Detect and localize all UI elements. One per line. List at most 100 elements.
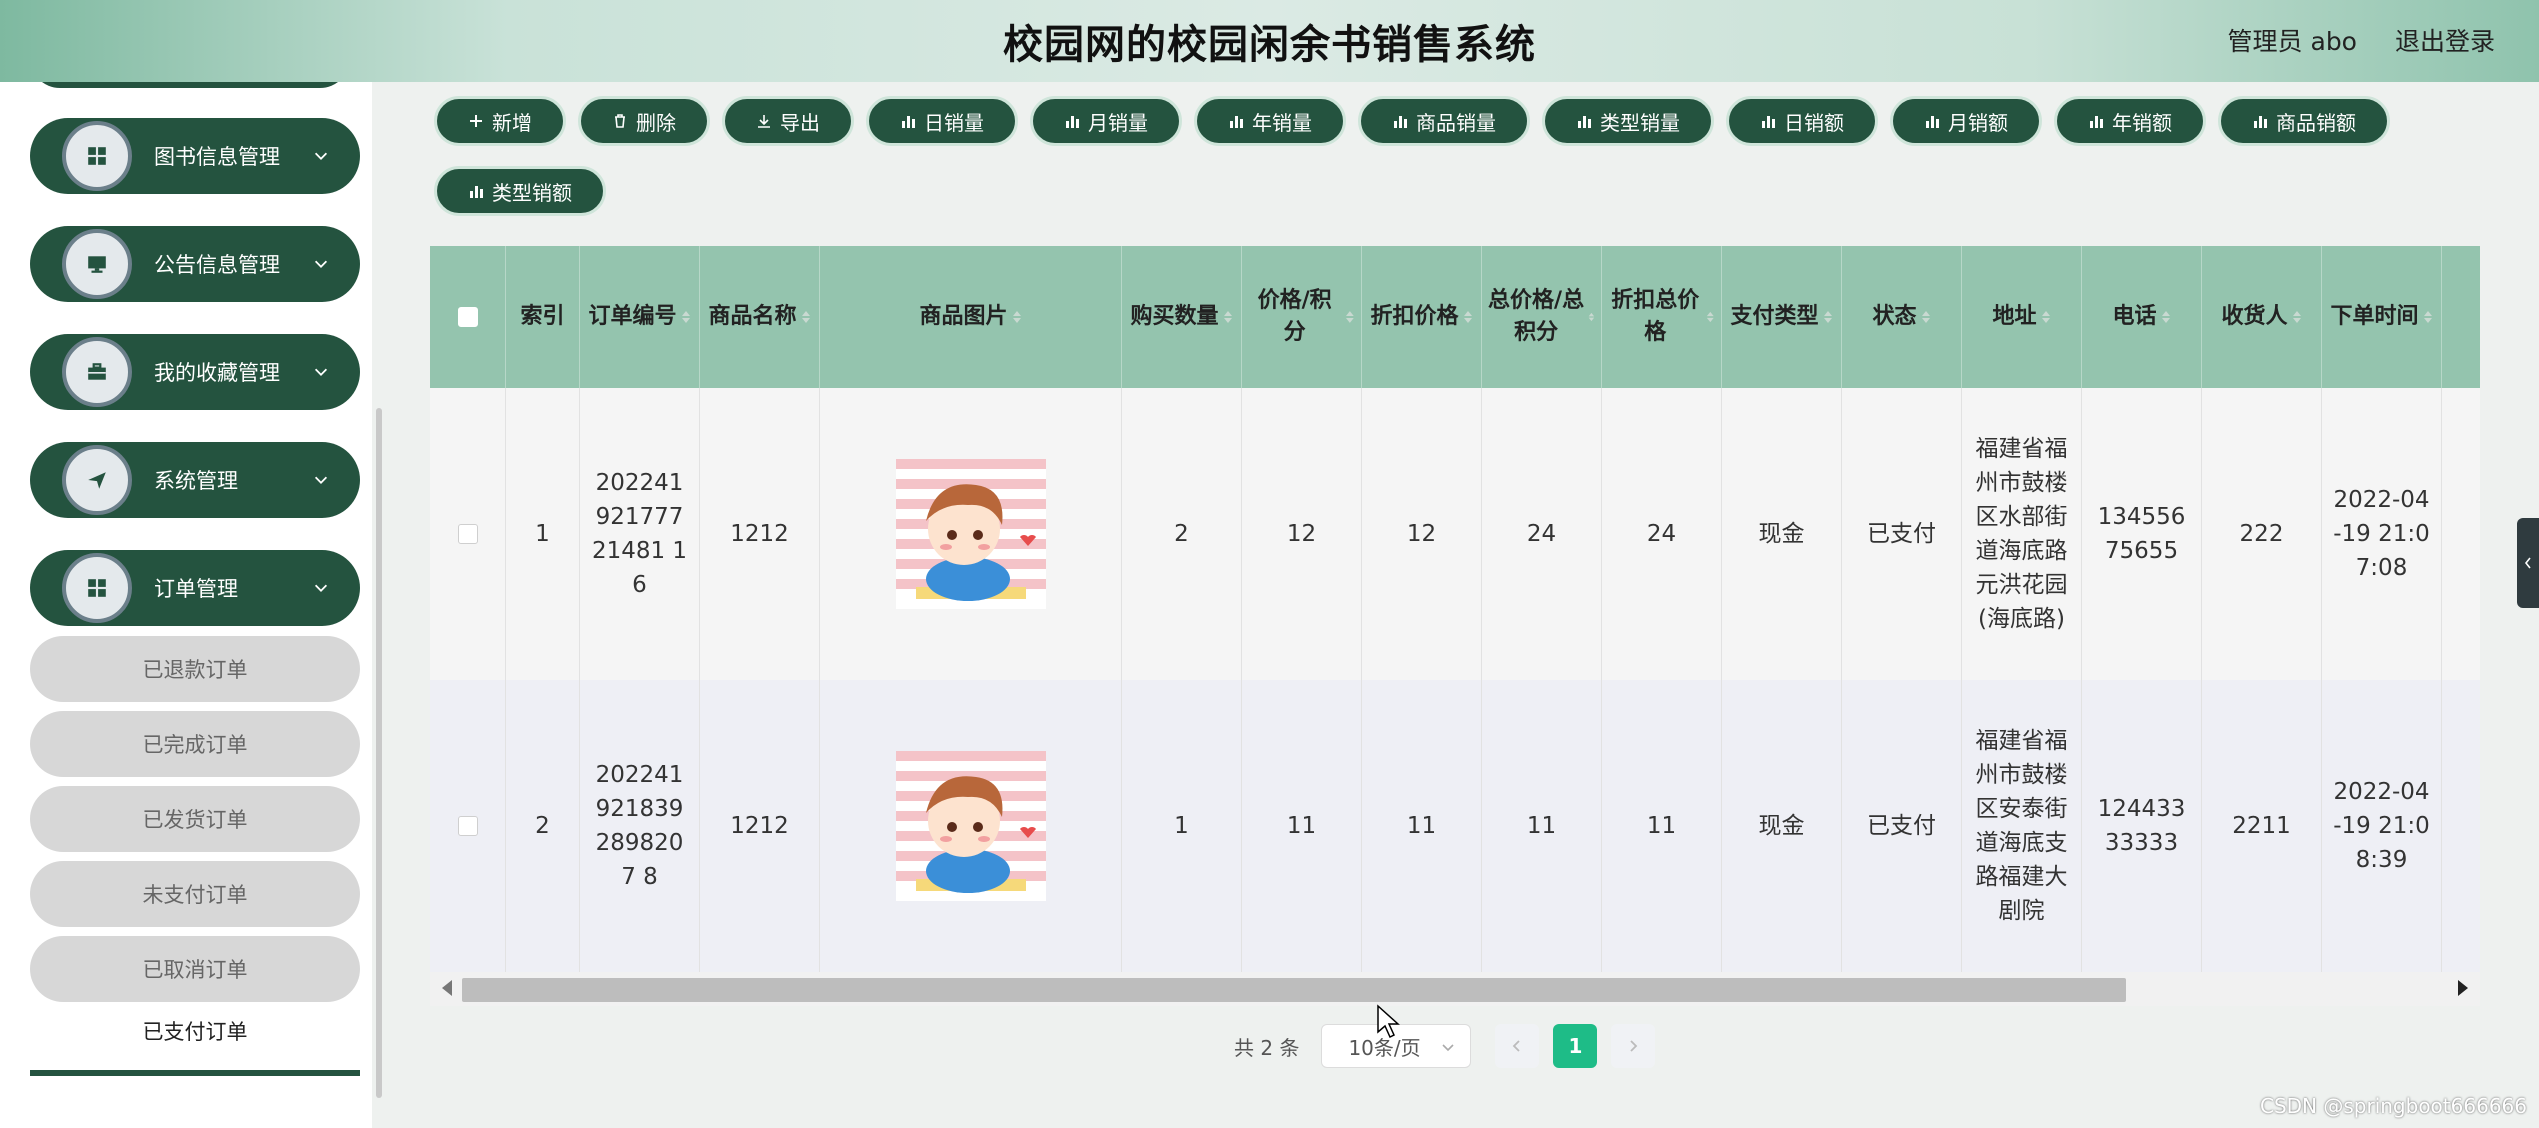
col-receiver[interactable]: 收货人 — [2202, 246, 2322, 388]
sort-icon[interactable] — [1823, 309, 1833, 325]
prev-page-button[interactable] — [1495, 1024, 1540, 1068]
bar-chart-icon — [1394, 116, 1407, 128]
bar-chart-icon — [1230, 116, 1243, 128]
col-price[interactable]: 价格/积分 — [1242, 246, 1362, 388]
grid-icon — [62, 121, 132, 191]
sidebar-item-partial[interactable] — [30, 82, 350, 88]
table-horizontal-scrollbar[interactable] — [430, 972, 2480, 1006]
sidebar-scrollbar[interactable] — [376, 408, 382, 1098]
select-all-checkbox[interactable] — [457, 307, 478, 327]
delete-button[interactable]: 删除 — [578, 96, 710, 146]
cell-product-name: 1212 — [700, 680, 820, 972]
scrollbar-thumb[interactable] — [462, 978, 2126, 1002]
export-button[interactable]: 导出 — [722, 96, 854, 146]
col-product-image[interactable]: 商品图片 — [820, 246, 1122, 388]
chevron-down-icon — [314, 368, 328, 376]
bar-chart-icon — [2254, 116, 2267, 128]
cell-quantity: 2 — [1122, 388, 1242, 680]
col-address[interactable]: 地址 — [1962, 246, 2082, 388]
col-discount-total[interactable]: 折扣总价格 — [1602, 246, 1722, 388]
sub-item-shipped-orders[interactable]: 已发货订单 — [30, 786, 360, 852]
col-phone[interactable]: 电话 — [2082, 246, 2202, 388]
col-index[interactable]: 索引 — [506, 246, 580, 388]
select-all-cell — [430, 246, 506, 388]
col-product-name[interactable]: 商品名称 — [700, 246, 820, 388]
add-button[interactable]: 新增 — [434, 96, 566, 146]
sort-icon[interactable] — [2041, 309, 2051, 325]
col-discount-price[interactable]: 折扣价格 — [1362, 246, 1482, 388]
sidebar-item-label: 图书信息管理 — [154, 145, 280, 169]
sub-item-cancelled-orders[interactable]: 已取消订单 — [30, 936, 360, 1002]
sort-icon[interactable] — [1588, 309, 1595, 325]
product-image[interactable] — [895, 751, 1046, 901]
chevron-down-icon — [314, 260, 328, 268]
sidebar-item-book-info[interactable]: 图书信息管理 — [30, 118, 360, 194]
current-user[interactable]: 管理员 abo — [2228, 22, 2357, 58]
monitor-icon — [62, 229, 132, 299]
chevron-left-icon — [2524, 557, 2531, 569]
sort-icon[interactable] — [1012, 309, 1022, 325]
daily-sales-amount-button[interactable]: 日销额 — [1726, 96, 1878, 146]
sort-icon[interactable] — [1223, 309, 1233, 325]
scroll-right-icon[interactable] — [2458, 980, 2468, 996]
col-status[interactable]: 状态 — [1842, 246, 1962, 388]
sub-item-paid-orders[interactable]: 已支付订单 — [30, 998, 360, 1064]
cell-product-image — [820, 388, 1122, 680]
sidebar-item-notice-info[interactable]: 公告信息管理 — [30, 226, 360, 302]
sidebar-item-system[interactable]: 系统管理 — [30, 442, 360, 518]
pagination: 共 2 条 10条/页 1 — [1234, 1024, 1656, 1068]
row-checkbox-cell — [430, 680, 506, 972]
row-checkbox[interactable] — [457, 524, 478, 544]
cell-status: 已支付 — [1842, 388, 1962, 680]
sort-icon[interactable] — [2292, 309, 2302, 325]
logout-link[interactable]: 退出登录 — [2395, 22, 2495, 58]
sidebar-item-orders[interactable]: 订单管理 — [30, 550, 360, 626]
page-number-current[interactable]: 1 — [1553, 1024, 1598, 1068]
col-order-no[interactable]: 订单编号 — [580, 246, 700, 388]
col-quantity[interactable]: 购买数量 — [1122, 246, 1242, 388]
product-image[interactable] — [895, 459, 1046, 609]
sub-item-refunded-orders[interactable]: 已退款订单 — [30, 636, 360, 702]
cell-index: 1 — [506, 388, 580, 680]
sort-icon[interactable] — [2161, 309, 2171, 325]
sort-icon[interactable] — [1706, 309, 1715, 325]
monthly-sales-qty-button[interactable]: 月销量 — [1030, 96, 1182, 146]
watermark: CSDN @springboot666666 — [2259, 1094, 2527, 1118]
sub-item-completed-orders[interactable]: 已完成订单 — [30, 711, 360, 777]
cell-discount-price: 12 — [1362, 388, 1482, 680]
yearly-sales-amount-button[interactable]: 年销额 — [2054, 96, 2206, 146]
sidebar-item-label: 公告信息管理 — [154, 253, 280, 277]
daily-sales-qty-button[interactable]: 日销量 — [866, 96, 1018, 146]
chevron-down-icon — [314, 584, 328, 592]
product-sales-qty-button[interactable]: 商品销量 — [1358, 96, 1530, 146]
cell-pay-type: 现金 — [1722, 680, 1842, 972]
yearly-sales-qty-button[interactable]: 年销量 — [1194, 96, 1346, 146]
type-sales-amount-button[interactable]: 类型销额 — [434, 166, 606, 216]
bar-chart-icon — [1066, 116, 1079, 128]
product-sales-amount-button[interactable]: 商品销额 — [2218, 96, 2390, 146]
table-row[interactable]: 2 2022419218392898207 8 1212 1 11 11 11 … — [430, 680, 2480, 972]
cell-product-image — [820, 680, 1122, 972]
next-page-button[interactable] — [1611, 1024, 1656, 1068]
sort-icon[interactable] — [681, 309, 691, 325]
grid-icon — [62, 553, 132, 623]
sort-icon[interactable] — [1463, 309, 1473, 325]
active-indicator — [30, 1070, 360, 1076]
col-total[interactable]: 总价格/总积分 — [1482, 246, 1602, 388]
sidebar-item-favorites[interactable]: 我的收藏管理 — [30, 334, 360, 410]
type-sales-qty-button[interactable]: 类型销量 — [1542, 96, 1714, 146]
col-order-time[interactable]: 下单时间 — [2322, 246, 2442, 388]
sidebar-item-label: 我的收藏管理 — [154, 361, 280, 385]
monthly-sales-amount-button[interactable]: 月销额 — [1890, 96, 2042, 146]
col-pay-type[interactable]: 支付类型 — [1722, 246, 1842, 388]
sort-icon[interactable] — [2423, 309, 2433, 325]
scroll-left-icon[interactable] — [442, 980, 452, 996]
row-checkbox[interactable] — [457, 816, 478, 836]
sort-icon[interactable] — [1345, 309, 1355, 325]
sort-icon[interactable] — [801, 309, 811, 325]
table-row[interactable]: 1 20224192177721481 16 1212 2 12 12 24 2… — [430, 388, 2480, 680]
sub-item-unpaid-orders[interactable]: 未支付订单 — [30, 861, 360, 927]
sort-icon[interactable] — [1921, 309, 1931, 325]
chevron-left-icon — [1513, 1040, 1521, 1052]
side-drawer-toggle[interactable] — [2517, 518, 2539, 608]
